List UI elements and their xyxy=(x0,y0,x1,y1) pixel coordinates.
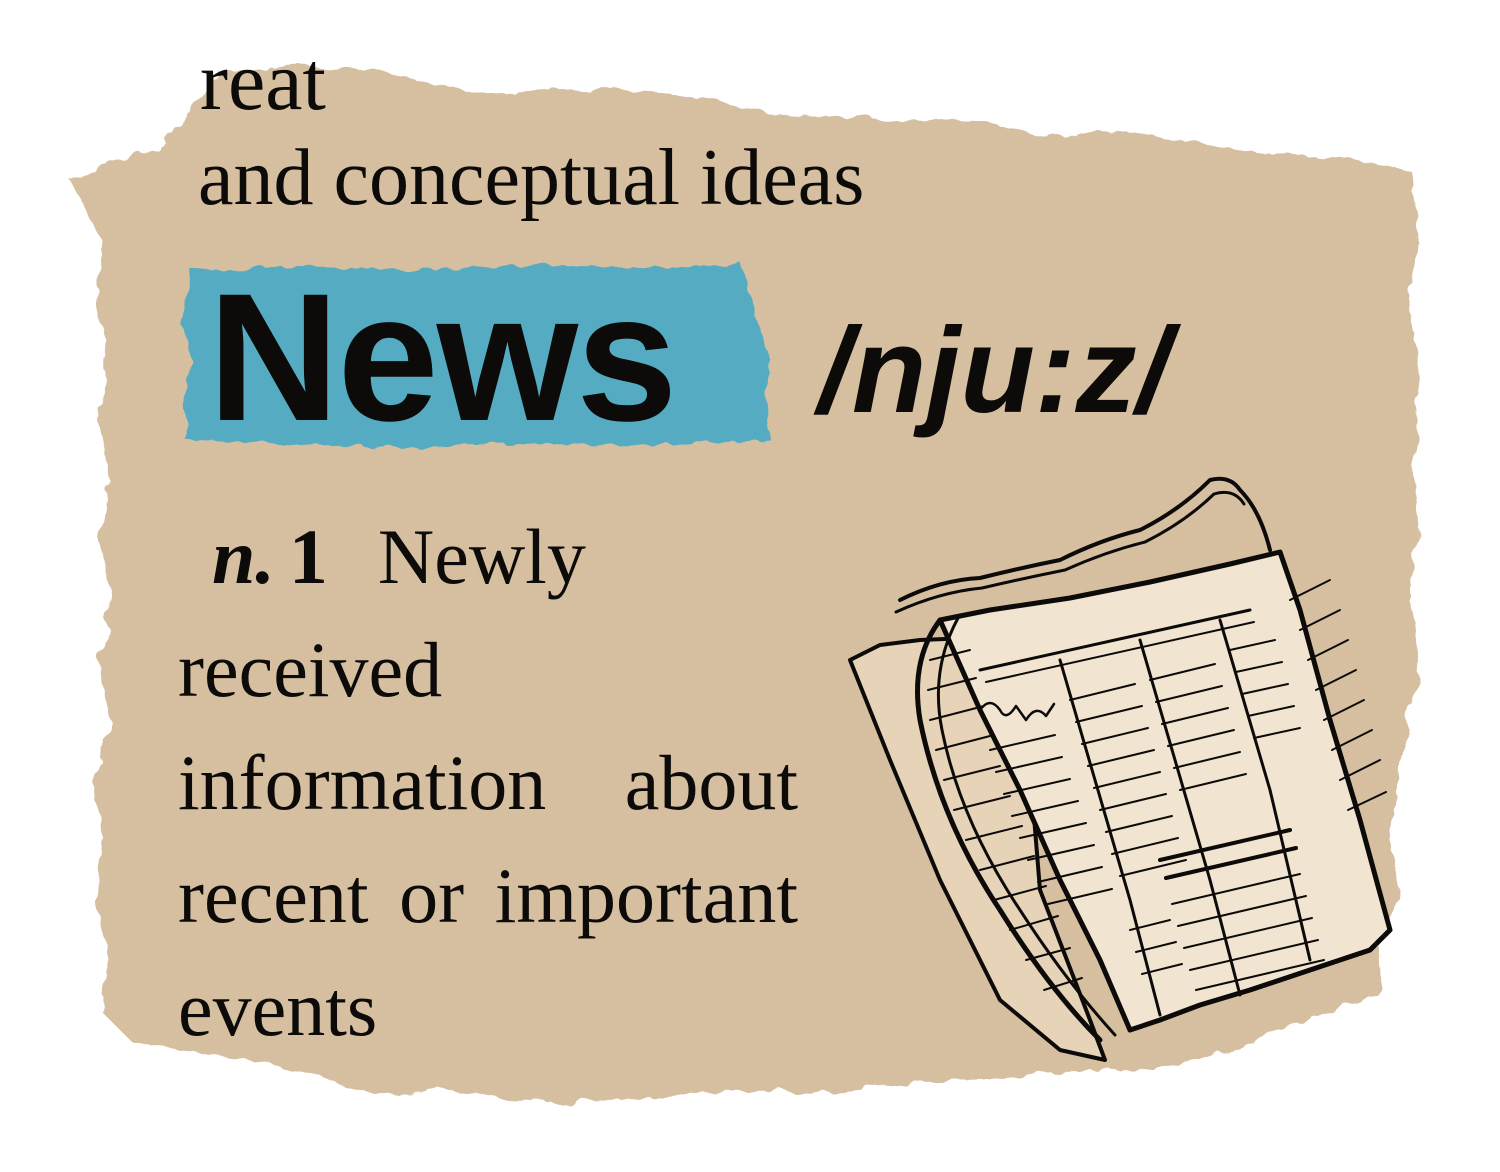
newspaper-icon xyxy=(848,476,1393,1062)
pronunciation: /nju:z/ xyxy=(818,302,1171,438)
sense-number: 1 xyxy=(288,513,328,600)
context-line: and conceptual ideas xyxy=(198,134,865,222)
previous-line-fragment: reat xyxy=(200,35,326,128)
part-of-speech: n. xyxy=(212,513,275,600)
headword: News xyxy=(208,255,677,459)
definition-block: n. 1 Newly received information about rece… xyxy=(178,500,798,1065)
dictionary-clipping: reat and conceptual ideas News /nju:z/ n… xyxy=(0,0,1500,1172)
